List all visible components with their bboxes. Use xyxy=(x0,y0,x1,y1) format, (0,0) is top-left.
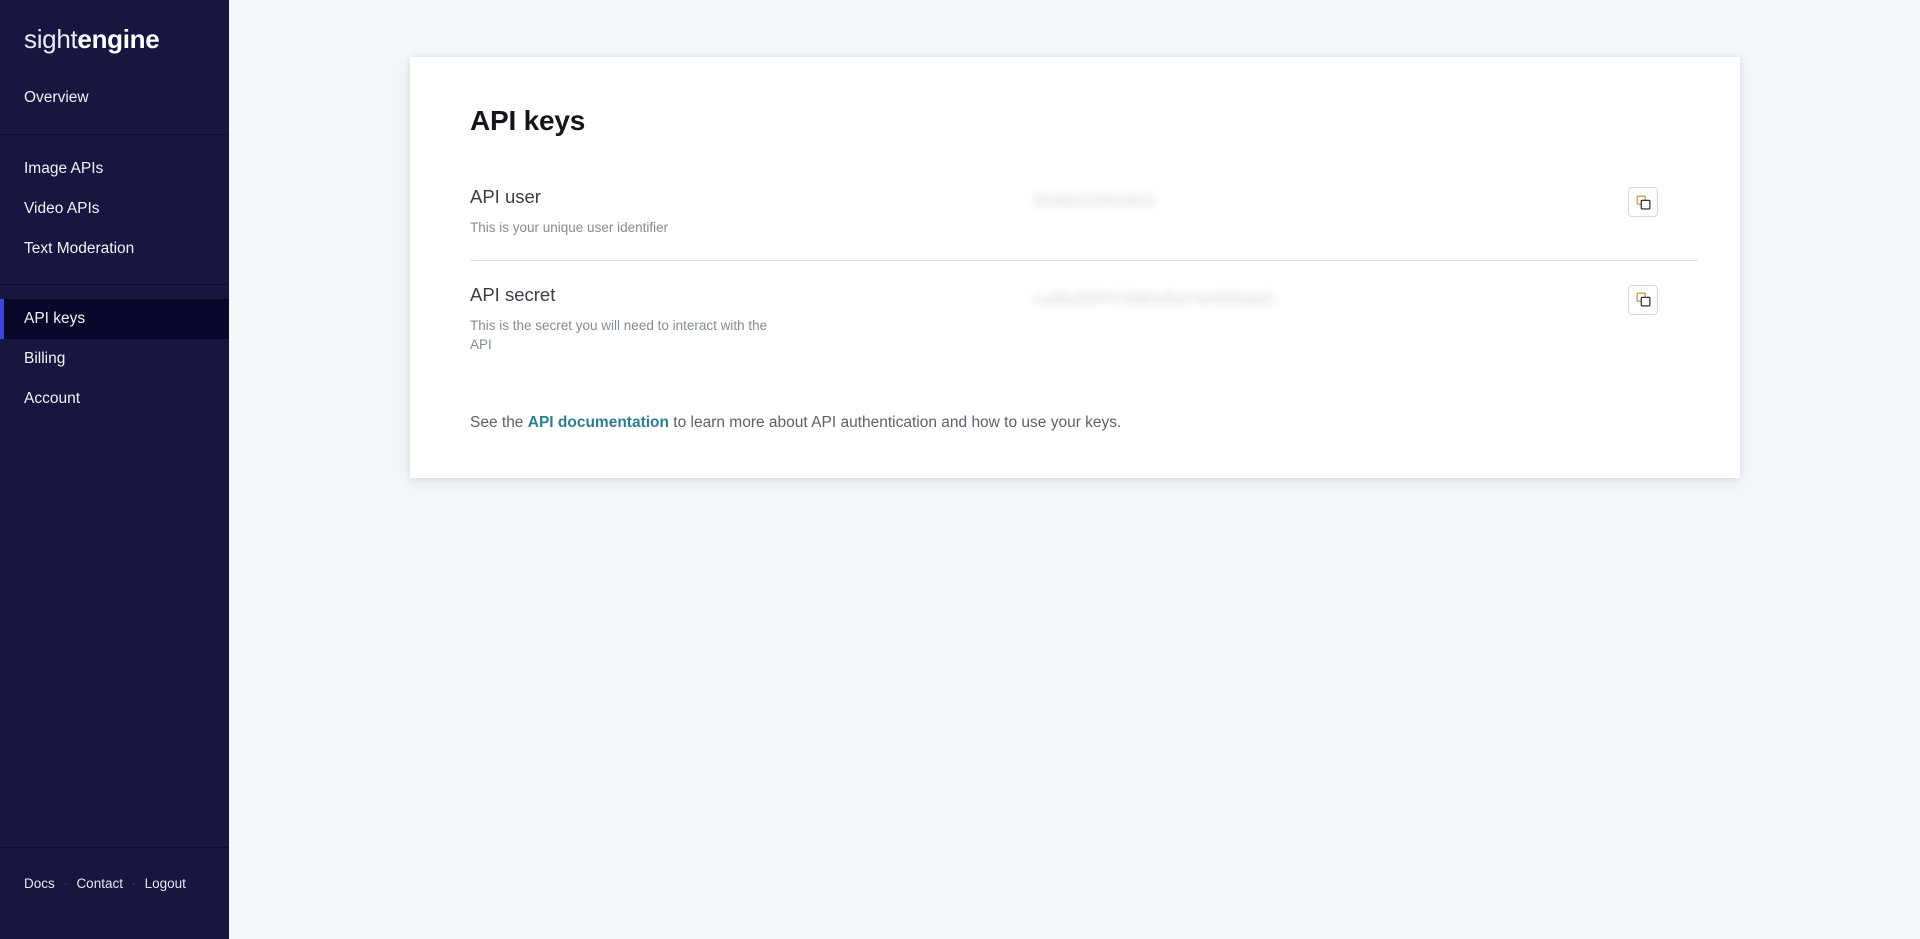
sidebar-item-text-moderation[interactable]: Text Moderation xyxy=(0,229,229,269)
api-user-description: This is your unique user identifier xyxy=(470,220,669,236)
sidebar-item-account[interactable]: Account xyxy=(0,379,229,419)
sidebar-group-account: API keys Billing Account xyxy=(0,285,229,419)
sidebar: sightengine Overview Image APIs Video AP… xyxy=(0,0,229,939)
brand-logo[interactable]: sightengine xyxy=(0,0,229,52)
copy-icon xyxy=(1636,195,1651,210)
api-secret-value-col: Lw9uZSfYCSdHcEw7wX8SwaO xyxy=(1035,283,1628,309)
sidebar-item-label: Image APIs xyxy=(24,160,104,178)
copy-api-user-button[interactable] xyxy=(1628,187,1658,217)
sidebar-item-billing[interactable]: Billing xyxy=(0,339,229,379)
sidebar-group-apis: Image APIs Video APIs Text Moderation xyxy=(0,135,229,283)
api-user-label-col: API user This is your unique user identi… xyxy=(470,185,1035,238)
api-user-value: 8183221813422 xyxy=(1035,193,1156,210)
api-keys-card: API keys API user This is your unique us… xyxy=(410,57,1740,478)
page-title: API keys xyxy=(470,105,586,136)
api-secret-label: API secret xyxy=(470,283,556,305)
copy-api-secret-button[interactable] xyxy=(1628,284,1658,315)
api-user-value-col: 8183221813422 xyxy=(1035,185,1628,211)
api-user-label: API user xyxy=(470,186,541,207)
footer-separator-dot: · xyxy=(63,877,68,890)
app-root: sightengine Overview Image APIs Video AP… xyxy=(0,0,1920,939)
sidebar-footer: Docs · Contact · Logout xyxy=(0,847,229,939)
brand-logo-bold: engine xyxy=(77,24,160,54)
doc-note-prefix: See the xyxy=(470,414,528,432)
api-user-row: API user This is your unique user identi… xyxy=(470,179,1698,261)
footer-link-logout[interactable]: Logout xyxy=(145,876,186,891)
api-secret-label-col: API secret This is the secret you will n… xyxy=(470,283,1035,354)
api-secret-row: API secret This is the secret you will n… xyxy=(470,261,1698,382)
sidebar-item-label: Billing xyxy=(24,349,66,367)
sidebar-item-overview[interactable]: Overview xyxy=(0,78,229,118)
main-content: API keys API user This is your unique us… xyxy=(229,0,1920,939)
api-secret-copy-col xyxy=(1628,283,1698,315)
sidebar-item-label: Account xyxy=(24,389,81,407)
sidebar-item-label: Overview xyxy=(24,89,89,106)
doc-note-suffix: to learn more about API authentication a… xyxy=(668,414,1122,432)
copy-icon xyxy=(1636,292,1651,307)
sidebar-item-label: Video APIs xyxy=(24,200,100,218)
api-documentation-note: See the API documentation to learn more … xyxy=(470,412,1698,434)
api-user-copy-col xyxy=(1628,185,1698,217)
api-documentation-link[interactable]: API documentation xyxy=(528,414,669,431)
footer-link-docs[interactable]: Docs xyxy=(24,876,55,891)
brand-logo-light: sight xyxy=(24,24,78,54)
footer-link-contact[interactable]: Contact xyxy=(76,876,123,891)
sidebar-item-api-keys[interactable]: API keys xyxy=(0,298,229,339)
api-secret-value: Lw9uZSfYCSdHcEw7wX8SwaO xyxy=(1035,290,1275,308)
footer-separator-dot: · xyxy=(131,877,136,890)
sidebar-group-primary: Overview xyxy=(0,78,229,134)
sidebar-item-video-apis[interactable]: Video APIs xyxy=(0,189,229,229)
api-secret-description: This is the secret you will need to inte… xyxy=(470,317,768,352)
sidebar-item-image-apis[interactable]: Image APIs xyxy=(0,149,229,189)
sidebar-item-label: Text Moderation xyxy=(24,240,135,258)
sidebar-item-label: API keys xyxy=(24,309,86,327)
sidebar-footer-links: Docs · Contact · Logout xyxy=(24,876,229,891)
